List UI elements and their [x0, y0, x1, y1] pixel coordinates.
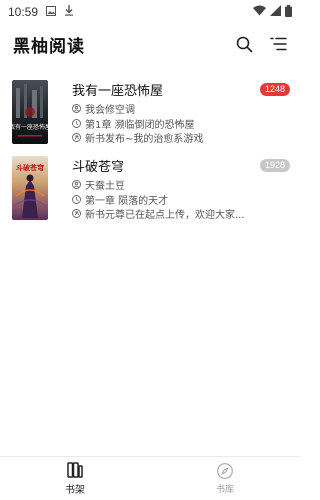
signal-icon — [270, 5, 281, 19]
bottom-nav: 书架 书库 — [0, 456, 300, 500]
app-title: 黑柚阅读 — [13, 36, 85, 57]
bookshelf-icon — [67, 462, 83, 478]
tab-library[interactable]: 书库 — [150, 457, 300, 500]
cover-title-text: 我有一座恐怖屋 — [12, 123, 48, 131]
download-notification-icon — [64, 5, 74, 19]
tab-bookshelf-label: 书架 — [65, 485, 85, 496]
book-cover[interactable]: 我有一座恐怖屋 — [12, 80, 48, 144]
book-title: 斗破苍穹 — [72, 160, 125, 175]
search-button[interactable] — [234, 34, 254, 54]
unread-count-badge: 1248 — [259, 83, 290, 96]
latest-update-icon — [72, 209, 81, 219]
image-notification-icon — [46, 5, 57, 19]
list-item[interactable]: 我有一座恐怖屋 我有一座恐怖屋 1248 我会修空调 第1章 濒临倒闭的恐怖屋 … — [0, 74, 300, 150]
compass-icon — [217, 463, 233, 479]
search-icon — [236, 36, 252, 52]
tab-library-label: 书库 — [215, 485, 234, 495]
app-header: 黑柚阅读 — [0, 24, 300, 64]
author-icon — [72, 179, 81, 189]
unread-count-badge: 1928 — [259, 159, 290, 172]
last-read-chapter: 第一章 陨落的天才 — [85, 195, 169, 206]
status-time: 10:59 — [8, 5, 39, 19]
book-cover[interactable]: 斗破苍穹 — [12, 156, 48, 220]
wifi-icon — [253, 5, 266, 19]
tab-bookshelf[interactable]: 书架 — [0, 457, 150, 500]
sort-list-icon — [269, 37, 287, 51]
book-list: 我有一座恐怖屋 我有一座恐怖屋 1248 我会修空调 第1章 濒临倒闭的恐怖屋 … — [0, 64, 300, 226]
latest-update-icon — [72, 133, 81, 143]
author-icon — [72, 103, 81, 113]
cover-title-text: 斗破苍穹 — [16, 163, 44, 172]
clock-icon — [72, 118, 81, 128]
list-item[interactable]: 斗破苍穹 斗破苍穹 1928 天蚕土豆 第一章 陨落的天才 新书元尊已在起点上传… — [0, 150, 300, 226]
status-bar: 10:59 — [0, 0, 300, 24]
latest-chapter: 新书发布~我的治愈系游戏 — [85, 134, 204, 145]
latest-chapter: 新书元尊已在起点上传，欢迎大家... — [85, 210, 245, 221]
menu-button[interactable] — [268, 34, 288, 54]
book-author: 天蚕土豆 — [85, 180, 125, 191]
book-title: 我有一座恐怖屋 — [72, 84, 164, 99]
book-author: 我会修空调 — [85, 104, 135, 115]
last-read-chapter: 第1章 濒临倒闭的恐怖屋 — [85, 119, 195, 130]
battery-icon — [285, 4, 292, 20]
clock-icon — [72, 194, 81, 204]
